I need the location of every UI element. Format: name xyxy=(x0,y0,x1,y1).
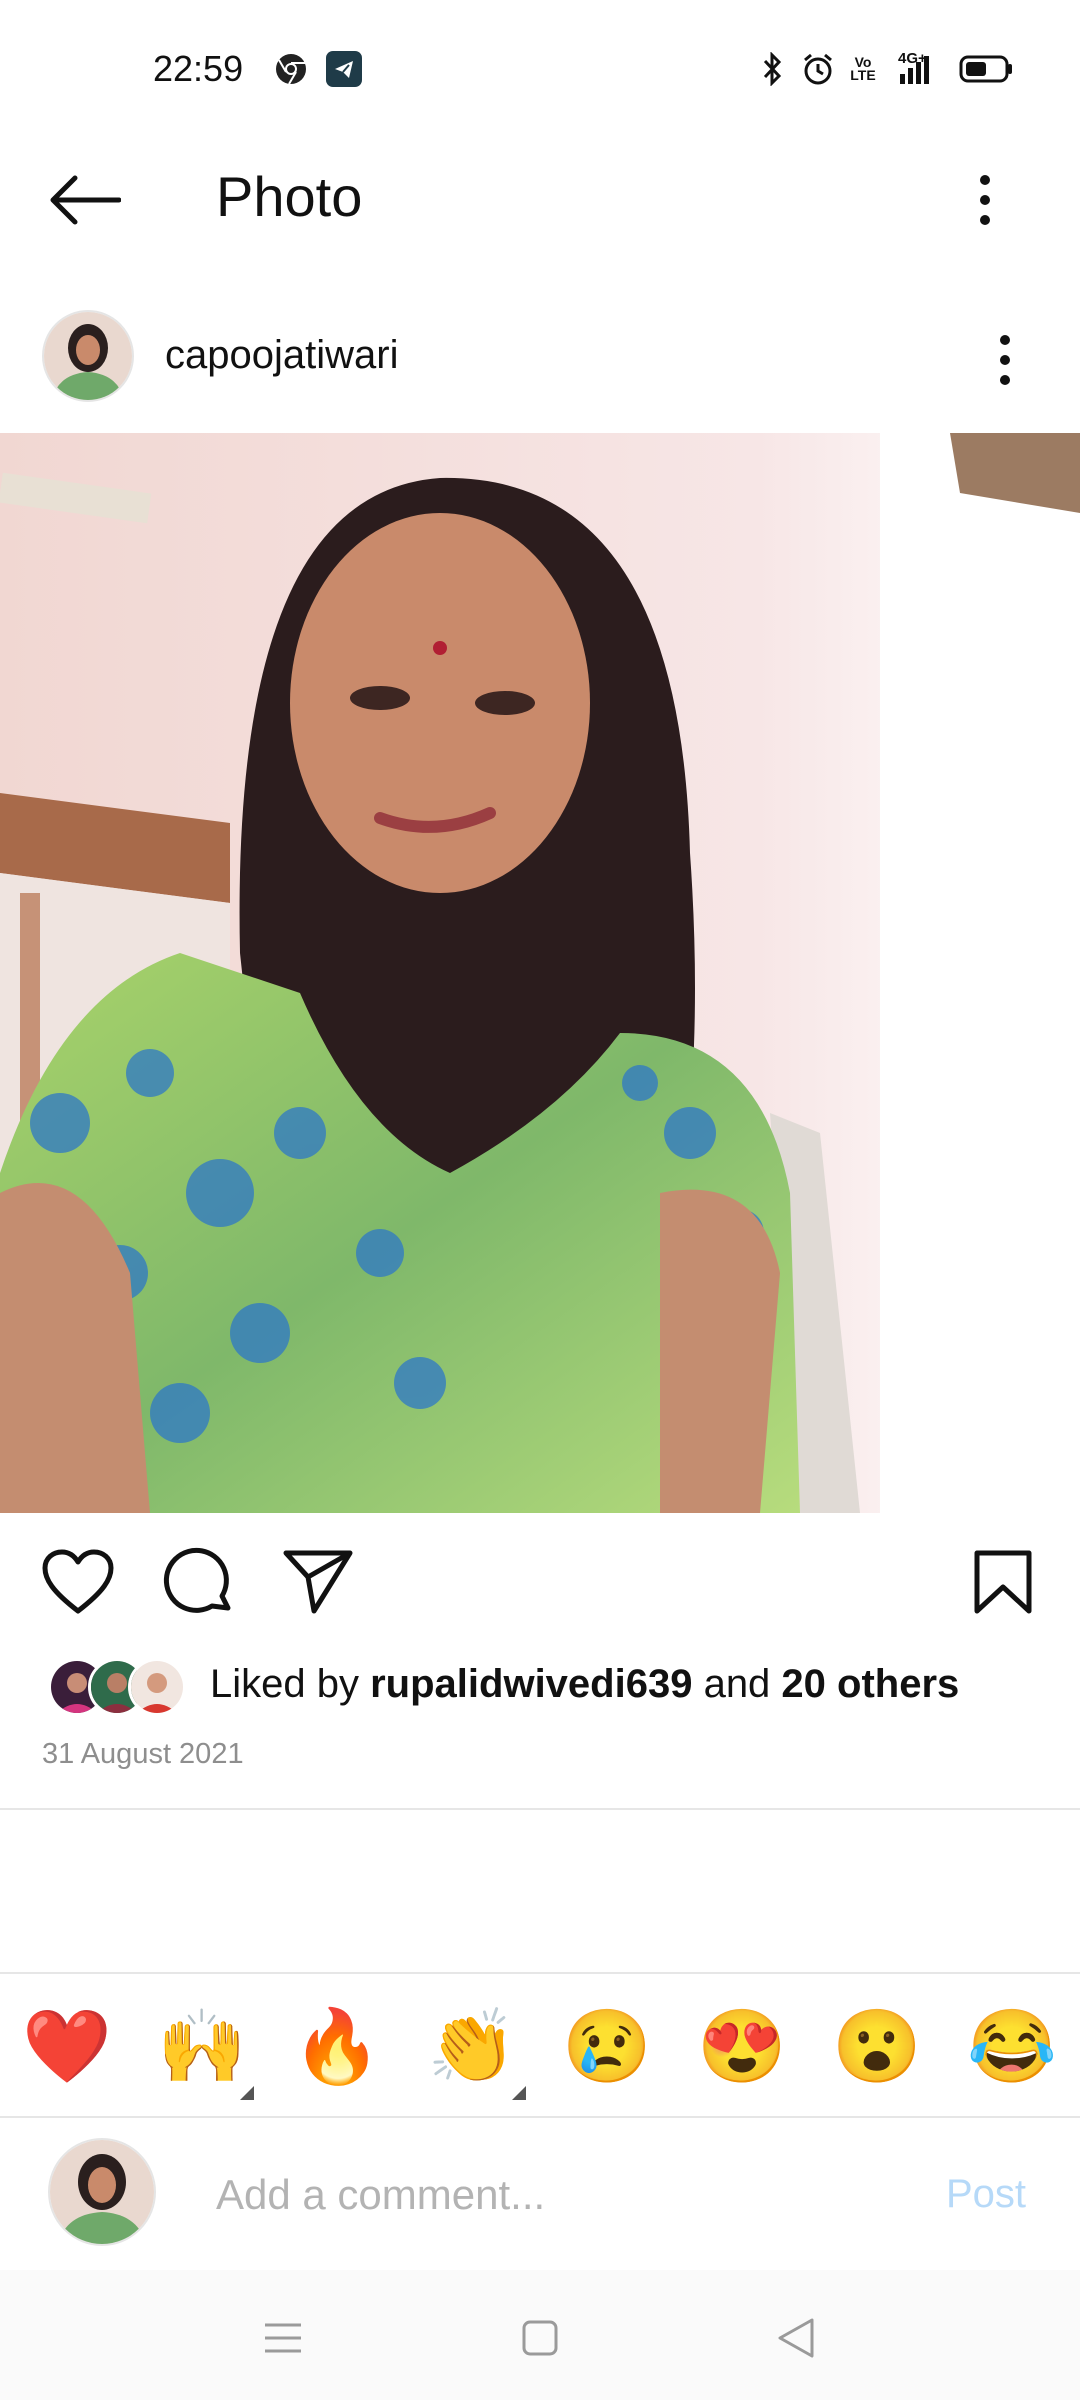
post-author-avatar[interactable] xyxy=(42,310,134,402)
back-button[interactable] xyxy=(40,160,130,240)
emoji-surprised-face[interactable]: 😮 xyxy=(832,2002,922,2092)
likes-summary[interactable]: Liked by rupalidwivedi639 and 20 others xyxy=(210,1662,959,1707)
comment-input[interactable] xyxy=(216,2170,916,2220)
chrome-icon xyxy=(274,52,308,86)
paper-plane-icon xyxy=(283,1550,353,1614)
4g-signal-icon: 4G+ xyxy=(886,50,942,86)
post-comment-button[interactable]: Post xyxy=(946,2172,1026,2217)
more-vertical-icon xyxy=(1000,335,1010,385)
likes-others-count[interactable]: 20 others xyxy=(781,1662,959,1706)
divider xyxy=(0,1808,1080,1810)
emoji-raising-hands[interactable]: 🙌 xyxy=(157,2002,247,2092)
post-options-button[interactable] xyxy=(975,320,1035,400)
skin-tone-indicator-icon xyxy=(240,2086,254,2100)
emoji-heart[interactable]: ❤️ xyxy=(22,2002,112,2092)
telegram-icon xyxy=(326,51,362,87)
current-user-avatar xyxy=(48,2138,156,2246)
emoji-clapping-hands[interactable]: 👏 xyxy=(427,2002,517,2092)
likes-prefix-text: Liked by xyxy=(210,1662,371,1706)
status-time: 22:59 xyxy=(153,48,244,89)
status-bar: 22:59 Vo LTE 4G+ xyxy=(0,0,1080,140)
emoji-crying-face[interactable]: 😢 xyxy=(562,2002,652,2092)
square-icon xyxy=(522,2320,558,2356)
alarm-icon xyxy=(800,52,836,86)
post-photo[interactable] xyxy=(0,433,1080,1513)
comment-bubble-icon xyxy=(163,1547,231,1613)
home-button[interactable] xyxy=(510,2308,570,2368)
divider xyxy=(0,2116,1080,2118)
post-date: 31 August 2021 xyxy=(42,1738,244,1770)
triangle-back-icon xyxy=(778,2318,814,2358)
share-button[interactable] xyxy=(278,1542,358,1622)
liker-avatars[interactable] xyxy=(48,1658,188,1716)
heart-icon xyxy=(42,1549,114,1614)
divider xyxy=(0,1972,1080,1974)
liker-avatar xyxy=(128,1658,186,1716)
system-back-button[interactable] xyxy=(766,2308,826,2368)
arrow-left-icon xyxy=(50,175,121,225)
battery-icon xyxy=(958,52,1014,86)
like-button[interactable] xyxy=(38,1542,118,1622)
page-title: Photo xyxy=(216,165,363,228)
emoji-tears-of-joy[interactable]: 😂 xyxy=(967,2002,1057,2092)
save-button[interactable] xyxy=(963,1542,1043,1622)
more-options-button[interactable] xyxy=(955,160,1015,240)
menu-icon xyxy=(265,2323,301,2353)
recent-apps-button[interactable] xyxy=(253,2308,313,2368)
likes-joiner-text: and xyxy=(692,1662,782,1706)
bookmark-icon xyxy=(974,1550,1032,1614)
skin-tone-indicator-icon xyxy=(512,2086,526,2100)
post-username[interactable]: capoojatiwari xyxy=(165,333,398,378)
system-navigation-bar xyxy=(0,2270,1080,2400)
liked-by-username[interactable]: rupalidwivedi639 xyxy=(370,1662,692,1706)
more-vertical-icon xyxy=(980,175,990,225)
emoji-fire[interactable]: 🔥 xyxy=(292,2002,382,2092)
emoji-heart-eyes[interactable]: 😍 xyxy=(697,2002,787,2092)
comment-button[interactable] xyxy=(158,1542,238,1622)
bluetooth-icon xyxy=(758,52,788,86)
volte-icon: Vo LTE xyxy=(850,54,876,83)
